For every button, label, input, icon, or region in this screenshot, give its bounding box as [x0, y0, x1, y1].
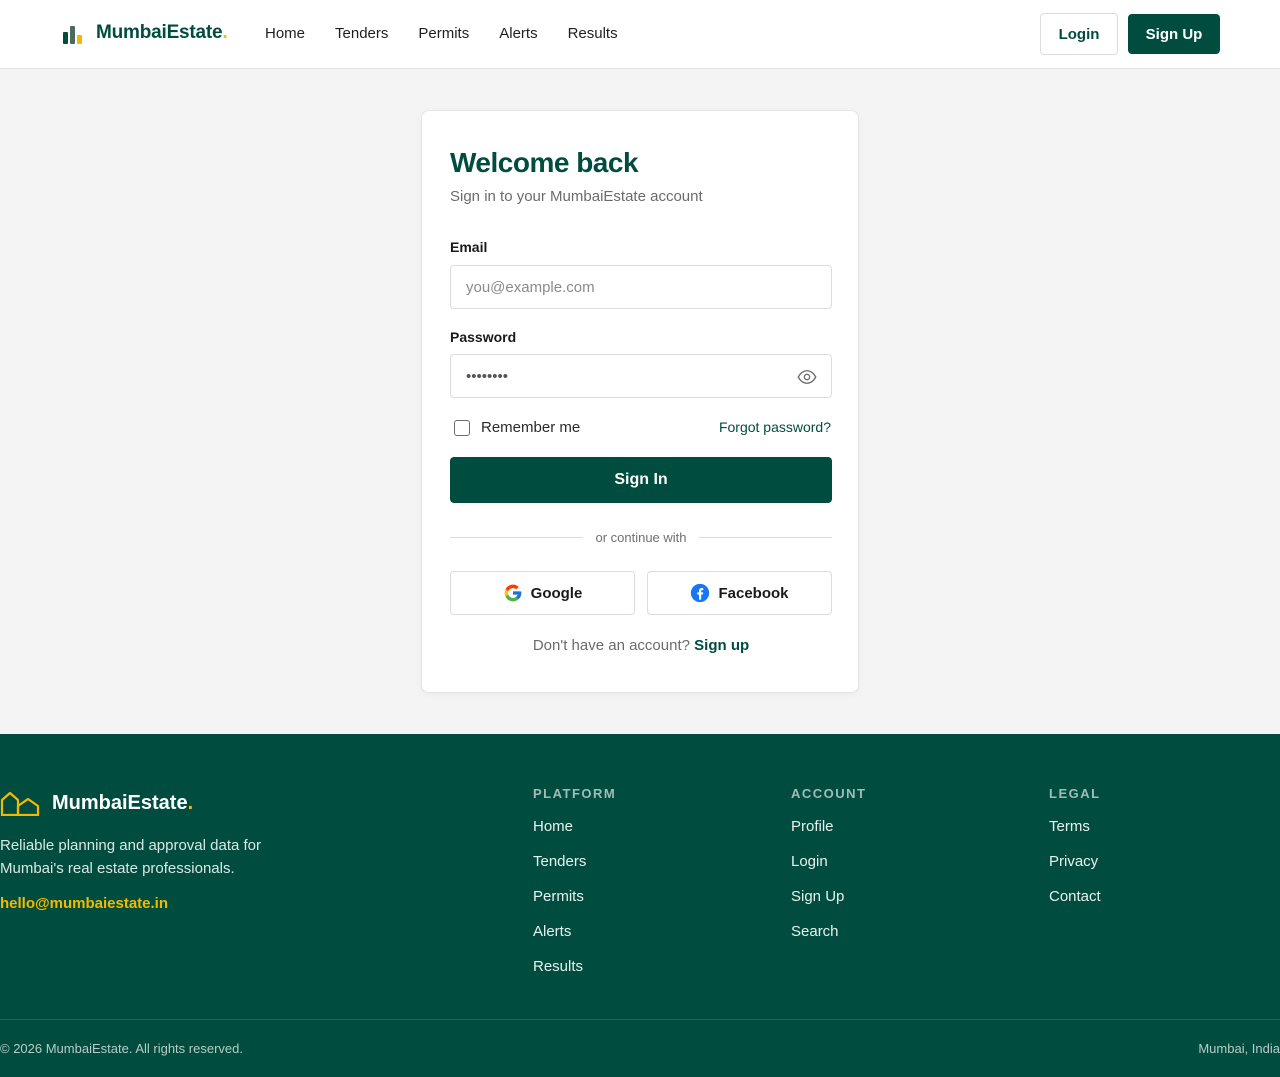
- nav-tenders[interactable]: Tenders: [335, 25, 388, 42]
- footer-link-contact[interactable]: Contact: [1049, 888, 1101, 923]
- nav-alerts[interactable]: Alerts: [499, 25, 537, 42]
- footer-description: Reliable planning and approval data for …: [0, 837, 262, 877]
- login-button[interactable]: Login: [1040, 13, 1118, 55]
- forgot-password-link[interactable]: Forgot password?: [719, 419, 831, 435]
- divider: or continue with: [450, 530, 832, 545]
- no-account-text: Don't have an account?: [532, 637, 690, 654]
- page-subtitle: Sign in to your MumbaiEstate account: [450, 188, 703, 205]
- divider-line-left: [450, 537, 584, 538]
- footer-heading: PLATFORM: [533, 786, 617, 801]
- footer-heading: ACCOUNT: [791, 786, 867, 801]
- google-button[interactable]: Google: [450, 571, 635, 615]
- email-field[interactable]: you@example.com: [450, 265, 832, 309]
- facebook-button[interactable]: Facebook: [647, 571, 832, 615]
- facebook-icon: [691, 583, 710, 603]
- page-title: Welcome back: [450, 147, 639, 178]
- brand-logo[interactable]: MumbaiEstate.: [62, 22, 228, 44]
- login-card: Welcome back Sign in to your MumbaiEstat…: [421, 110, 859, 693]
- footer-email-link[interactable]: hello@mumbaiestate.in: [0, 895, 168, 912]
- google-icon: [504, 584, 521, 602]
- footer-link-home[interactable]: Home: [533, 818, 616, 853]
- footer-col-legal: LEGAL Terms Privacy Contact: [1049, 786, 1101, 923]
- footer-link-signup[interactable]: Sign Up: [791, 888, 867, 923]
- nav-home[interactable]: Home: [265, 25, 305, 42]
- top-nav-bar: MumbaiEstate. Home Tenders Permits Alert…: [0, 0, 1280, 69]
- footer-link-tenders[interactable]: Tenders: [533, 853, 616, 888]
- bar-chart-icon: [62, 22, 84, 44]
- footer-brand-name: MumbaiEstate.: [52, 791, 194, 814]
- footer-link-results[interactable]: Results: [533, 958, 616, 993]
- footer-link-terms[interactable]: Terms: [1049, 818, 1101, 853]
- footer-link-alerts[interactable]: Alerts: [533, 923, 616, 958]
- email-placeholder: you@example.com: [466, 278, 595, 296]
- houses-icon: [0, 791, 40, 816]
- sign-in-button[interactable]: Sign In: [450, 457, 832, 503]
- footer: MumbaiEstate. Reliable planning and appr…: [0, 734, 1280, 1077]
- eye-icon[interactable]: [797, 367, 817, 387]
- remember-checkbox[interactable]: [454, 419, 470, 436]
- remember-me: Remember me: [454, 419, 580, 436]
- password-field[interactable]: ••••••••: [450, 354, 832, 398]
- footer-link-privacy[interactable]: Privacy: [1049, 853, 1101, 888]
- footer-col-platform: PLATFORM Home Tenders Permits Alerts Res…: [533, 786, 616, 993]
- email-label: Email: [450, 239, 488, 255]
- footer-brand[interactable]: MumbaiEstate.: [0, 790, 193, 816]
- footer-link-search[interactable]: Search: [791, 923, 867, 958]
- nav-results[interactable]: Results: [568, 25, 618, 42]
- main-nav: Home Tenders Permits Alerts Results: [265, 25, 648, 42]
- footer-col-account: ACCOUNT Profile Login Sign Up Search: [791, 786, 867, 958]
- password-label: Password: [450, 329, 517, 345]
- divider-line-right: [698, 537, 832, 538]
- signup-prompt: Don't have an account? Sign up: [422, 637, 860, 654]
- footer-divider: [0, 1019, 1280, 1020]
- password-value: ••••••••: [466, 367, 509, 385]
- signup-link[interactable]: Sign up: [694, 637, 749, 654]
- footer-link-login[interactable]: Login: [791, 853, 867, 888]
- signup-button[interactable]: Sign Up: [1128, 14, 1220, 54]
- divider-text: or continue with: [595, 530, 687, 545]
- google-label: Google: [530, 584, 583, 602]
- brand-name: MumbaiEstate.: [96, 22, 228, 43]
- footer-link-permits[interactable]: Permits: [533, 888, 616, 923]
- location-text: Mumbai, India: [1198, 1041, 1280, 1056]
- copyright-text: © 2026 MumbaiEstate. All rights reserved…: [0, 1041, 243, 1056]
- facebook-label: Facebook: [718, 584, 789, 602]
- footer-heading: LEGAL: [1049, 786, 1101, 801]
- footer-link-profile[interactable]: Profile: [791, 818, 867, 853]
- remember-label: Remember me: [481, 419, 581, 436]
- nav-permits[interactable]: Permits: [418, 25, 469, 42]
